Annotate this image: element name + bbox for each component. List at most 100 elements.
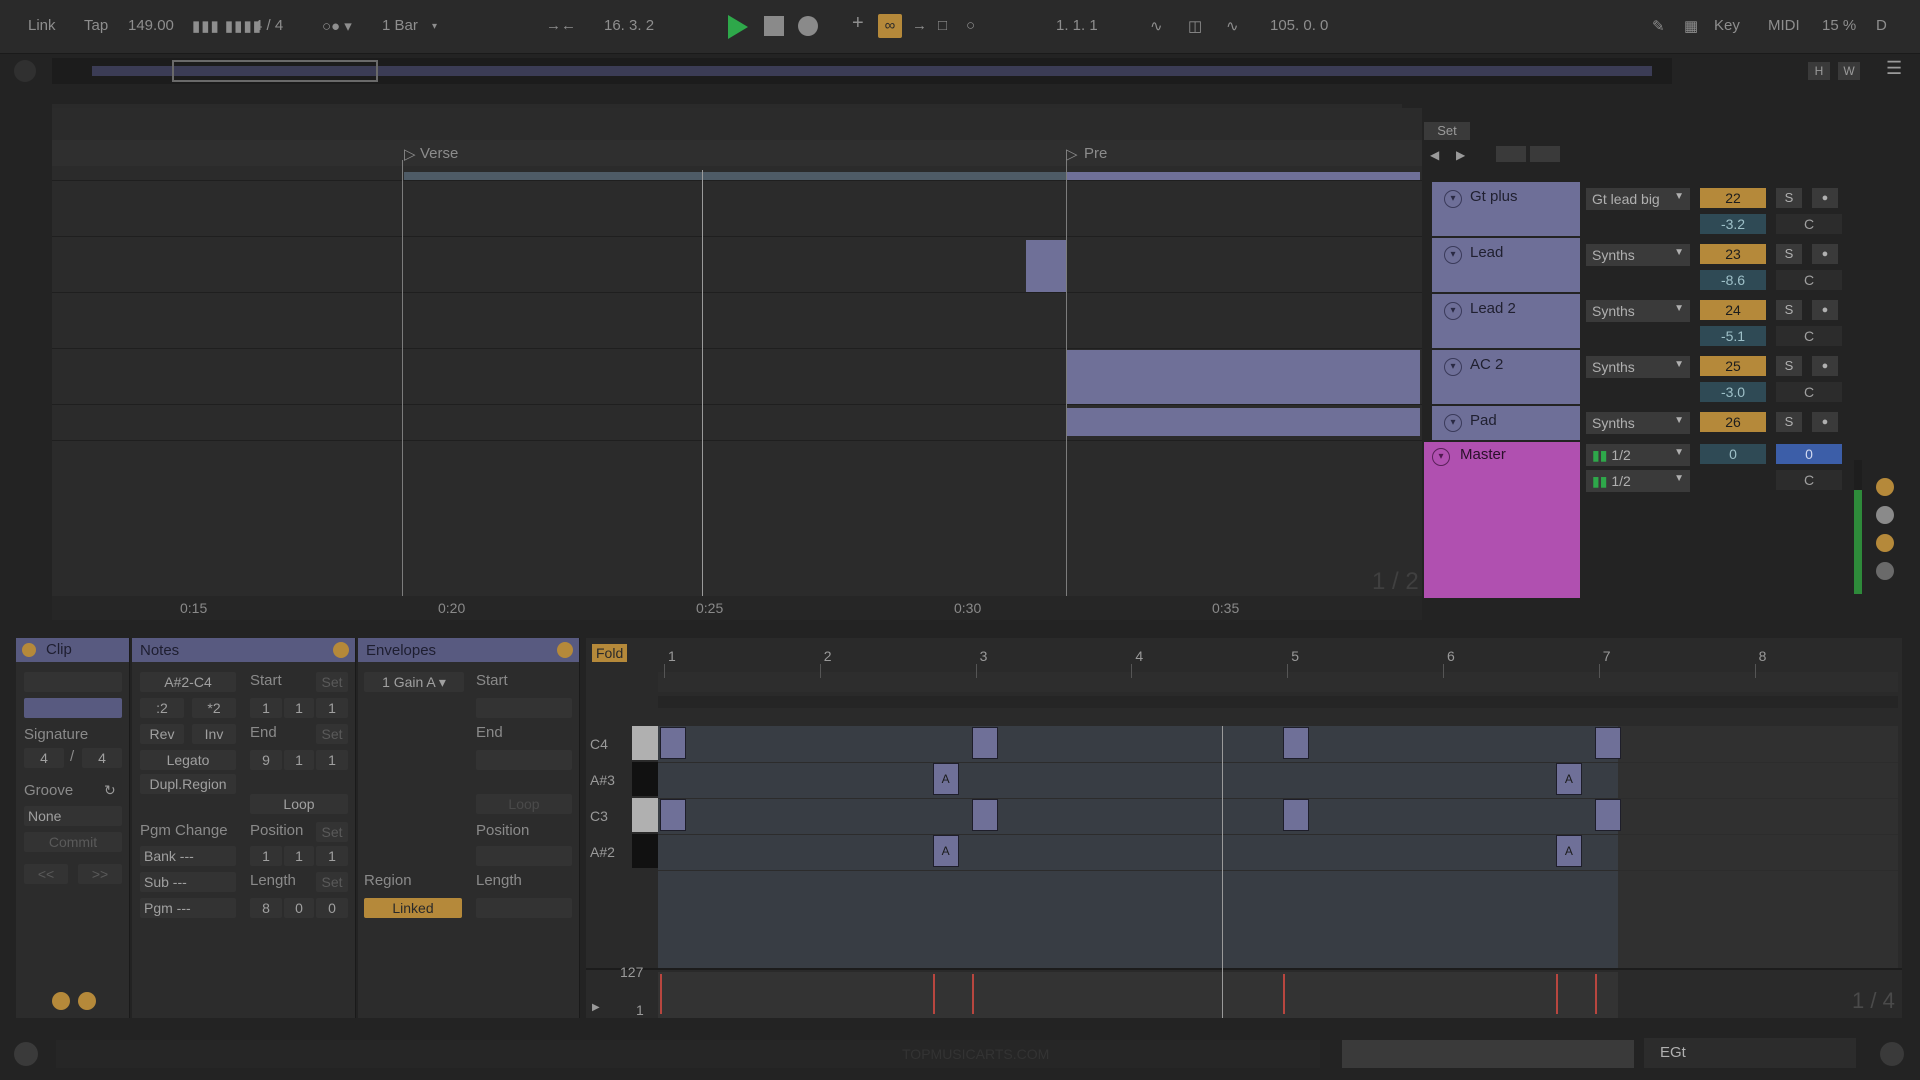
prev-locator-icon[interactable]: ◀ xyxy=(1430,148,1439,162)
midi-map-button[interactable]: MIDI xyxy=(1768,17,1800,34)
velocity-marker[interactable] xyxy=(971,974,974,1014)
notes-panel-toggle-icon[interactable] xyxy=(333,642,349,658)
env-position-field[interactable] xyxy=(476,846,572,866)
piano-key[interactable] xyxy=(632,834,658,868)
loop-button[interactable]: Loop xyxy=(250,794,348,814)
envelopes-panel-toggle-icon[interactable] xyxy=(557,642,573,658)
set-start-button[interactable]: Set xyxy=(316,672,348,692)
session-record-icon[interactable]: ○ xyxy=(966,17,975,34)
clip-edit-icon[interactable] xyxy=(78,992,96,1010)
punch-out-icon[interactable]: ∿ xyxy=(1226,17,1239,35)
solo-button[interactable]: S xyxy=(1776,188,1802,208)
midi-note[interactable]: A xyxy=(932,835,959,867)
arm-button[interactable]: ● xyxy=(1812,412,1838,432)
loop-brace[interactable] xyxy=(658,672,1898,692)
half-tempo-button[interactable]: :2 xyxy=(140,698,184,718)
arm-button[interactable]: ● xyxy=(1812,300,1838,320)
locator-pre[interactable]: Pre xyxy=(1084,145,1107,162)
arrangement-clip[interactable] xyxy=(1066,350,1420,404)
io-toggle-icon[interactable] xyxy=(1876,478,1894,496)
track-header[interactable]: ▾ Lead xyxy=(1432,238,1580,292)
piano-key[interactable] xyxy=(632,798,658,832)
master-volume[interactable]: 0 xyxy=(1776,444,1842,464)
input-select[interactable]: Gt lead big ▼ xyxy=(1586,188,1690,210)
arm-button[interactable]: ● xyxy=(1812,356,1838,376)
solo-button[interactable]: S xyxy=(1776,244,1802,264)
position-bar[interactable]: 1 xyxy=(250,846,282,866)
invert-button[interactable]: Inv xyxy=(192,724,236,744)
midi-note[interactable]: A xyxy=(932,763,959,795)
piano-key[interactable] xyxy=(632,762,658,796)
end-bar[interactable]: 9 xyxy=(250,750,282,770)
lock-icon[interactable] xyxy=(1530,146,1560,162)
arrangement-clip[interactable] xyxy=(1066,172,1420,180)
double-tempo-button[interactable]: *2 xyxy=(192,698,236,718)
position-sixteenth[interactable]: 1 xyxy=(316,846,348,866)
browser-toggle-icon[interactable] xyxy=(14,1042,38,1066)
length-sixteenths[interactable]: 0 xyxy=(316,898,348,918)
loop-start-field[interactable]: 1. 1. 1 xyxy=(1056,17,1098,34)
env-length-field[interactable] xyxy=(476,898,572,918)
track-activator[interactable]: 22 xyxy=(1700,188,1766,208)
locator-lane[interactable] xyxy=(52,140,1422,166)
quantize-chevron-icon[interactable]: ▾ xyxy=(432,21,437,32)
input-select[interactable]: Synths ▼ xyxy=(1586,412,1690,434)
velocity-lane-toggle-icon[interactable]: ▶ xyxy=(592,1002,600,1013)
midi-note[interactable]: A xyxy=(1555,835,1582,867)
fold-icon[interactable]: ▾ xyxy=(1444,302,1462,320)
set-locator-button[interactable]: Set xyxy=(1424,122,1470,140)
master-out-select[interactable]: ▮▮ 1/2 ▼ xyxy=(1586,470,1690,492)
arrangement-clip[interactable] xyxy=(1026,240,1066,292)
clip-name-field[interactable] xyxy=(24,672,122,692)
tempo-field[interactable]: 149.00 xyxy=(128,17,174,34)
end-beat[interactable]: 1 xyxy=(284,750,314,770)
end-sixteenth[interactable]: 1 xyxy=(316,750,348,770)
track-activator[interactable]: 23 xyxy=(1700,244,1766,264)
next-locator-icon[interactable]: ▶ xyxy=(1456,148,1465,162)
stop-icon[interactable] xyxy=(764,16,784,36)
set-position-button[interactable]: Set xyxy=(316,822,348,842)
midi-note[interactable] xyxy=(1283,727,1310,759)
groove-hot-swap-icon[interactable]: ↻ xyxy=(104,782,116,799)
cue-volume[interactable]: 0 xyxy=(1700,444,1766,464)
velocity-marker[interactable] xyxy=(660,974,662,1014)
track-selector[interactable]: EGt xyxy=(1644,1038,1856,1068)
arm-button[interactable]: ● xyxy=(1812,188,1838,208)
arrangement-clip[interactable] xyxy=(1066,408,1420,436)
solo-button[interactable]: S xyxy=(1776,412,1802,432)
locator-marker-icon[interactable]: ▷ xyxy=(404,145,416,163)
arm-button[interactable]: ● xyxy=(1812,244,1838,264)
sub-bank-field[interactable]: Sub --- xyxy=(140,872,236,892)
play-icon[interactable] xyxy=(728,15,748,39)
mixer-toggle-icon[interactable] xyxy=(1876,534,1894,552)
master-pan[interactable]: C xyxy=(1776,470,1842,490)
duplicate-region-button[interactable]: Dupl.Region xyxy=(140,774,236,794)
draw-mode-icon[interactable]: ✎ xyxy=(1652,17,1665,35)
input-select[interactable]: Synths ▼ xyxy=(1586,300,1690,322)
velocity-marker[interactable] xyxy=(1594,974,1597,1014)
position-beat[interactable]: 1 xyxy=(284,846,314,866)
overview-viewport[interactable] xyxy=(172,60,378,82)
track-header[interactable]: ▾ Pad xyxy=(1432,406,1580,440)
note-range-field[interactable]: A#2-C4 xyxy=(140,672,236,692)
prev-clip-button[interactable]: << xyxy=(24,864,68,884)
punch-in-icon[interactable]: ∿ xyxy=(1150,17,1163,35)
midi-note[interactable] xyxy=(660,799,686,831)
track-header[interactable]: ▾ AC 2 xyxy=(1432,350,1580,404)
fold-icon[interactable]: ▾ xyxy=(1444,414,1462,432)
signature-numerator[interactable]: 4 xyxy=(24,748,64,768)
clip-selection-strip[interactable] xyxy=(404,172,1066,180)
fold-icon[interactable]: ▾ xyxy=(1444,358,1462,376)
track-volume[interactable]: -3.0 xyxy=(1700,382,1766,402)
velocity-marker[interactable] xyxy=(1283,974,1286,1014)
midi-note[interactable]: A xyxy=(1555,763,1582,795)
detail-view-toggle-icon[interactable] xyxy=(1880,1042,1904,1066)
cue-out-select[interactable]: ▮▮ 1/2 ▼ xyxy=(1586,444,1690,466)
record-icon[interactable] xyxy=(798,16,818,36)
midi-note[interactable] xyxy=(1594,727,1621,759)
automation-arm-icon[interactable]: ∞ xyxy=(878,14,902,38)
arrangement-overview[interactable] xyxy=(52,58,1672,84)
bank-field[interactable]: Bank --- xyxy=(140,846,236,866)
link-button[interactable]: Link xyxy=(28,17,56,34)
computer-keyboard-icon[interactable]: ▦ xyxy=(1684,17,1698,35)
